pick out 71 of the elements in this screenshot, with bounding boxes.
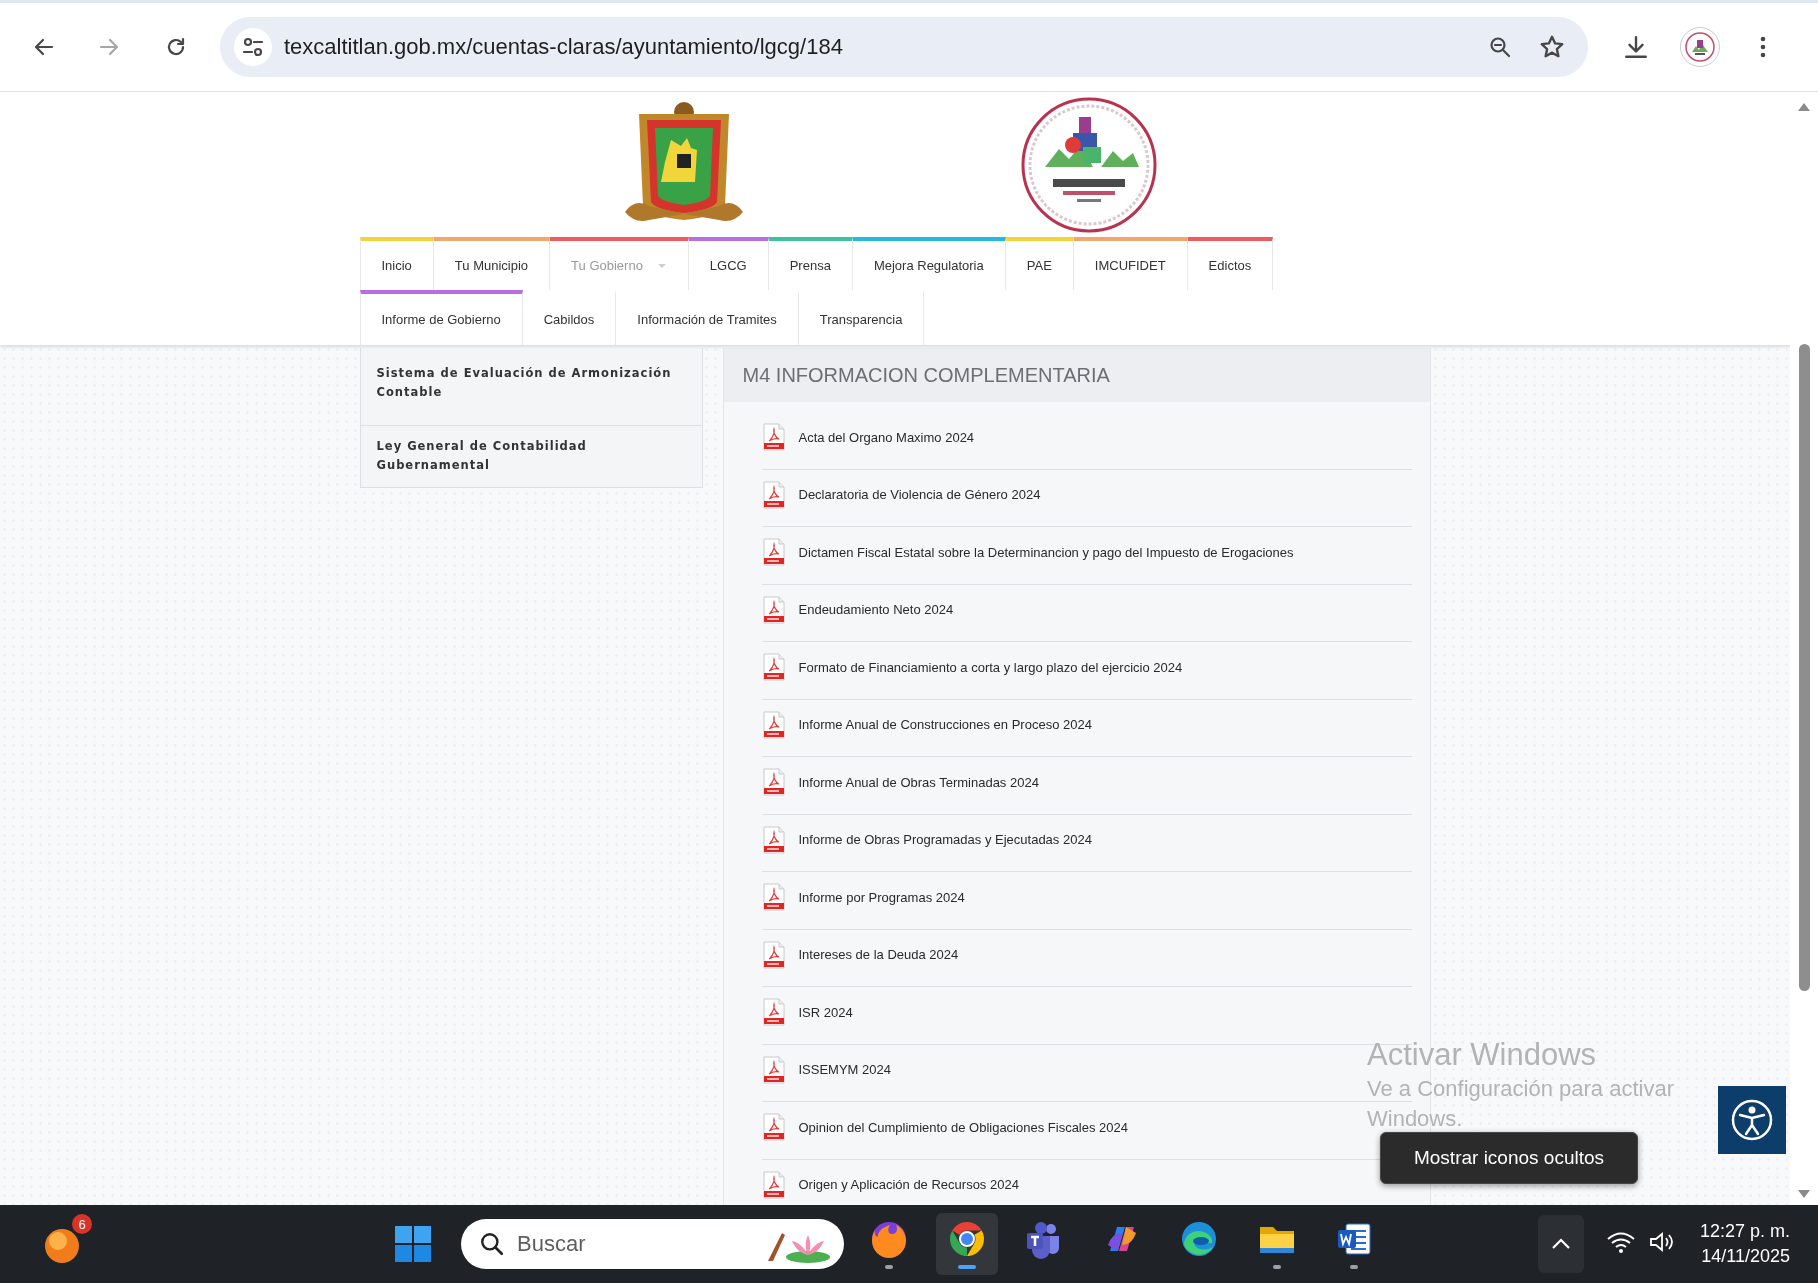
wifi-icon bbox=[1605, 1230, 1636, 1254]
taskbar-button[interactable] bbox=[935, 1213, 998, 1275]
notification-badge: 6 bbox=[72, 1214, 92, 1234]
pdf-file-icon bbox=[761, 1113, 786, 1142]
nav-tab[interactable]: Edictos bbox=[1187, 237, 1274, 290]
activation-title: Activar Windows bbox=[1367, 1036, 1598, 1074]
document-link[interactable]: Endeudamiento Neto 2024 bbox=[798, 602, 954, 618]
document-link[interactable]: Origen y Aplicación de Recursos 2024 bbox=[798, 1177, 1019, 1193]
speaker-icon bbox=[1647, 1230, 1676, 1254]
chevron-up-icon bbox=[1550, 1238, 1571, 1250]
site-info-button[interactable] bbox=[234, 28, 272, 66]
document-link[interactable]: Informe de Obras Programadas y Ejecutadas 2024 bbox=[798, 832, 1092, 848]
star-icon bbox=[1539, 34, 1565, 60]
scrollbar-thumb[interactable] bbox=[1798, 344, 1810, 991]
document-link[interactable]: Declaratoria de Violencia de Género 2024 bbox=[798, 487, 1041, 503]
nav-tab[interactable]: LGCG bbox=[688, 237, 769, 290]
clock-time[interactable]: 12:27 p. m. bbox=[1699, 1219, 1790, 1244]
tune-icon bbox=[242, 36, 264, 58]
wave-icon bbox=[1179, 1219, 1219, 1259]
pdf-file-icon bbox=[761, 423, 786, 452]
pdf-file-icon bbox=[761, 883, 786, 912]
pdf-file-icon bbox=[761, 825, 786, 854]
pdf-file-icon bbox=[761, 595, 786, 624]
url-text: texcaltitlan.gob.mx/cuentas-claras/ayuntamiento/lgcg/184 bbox=[284, 34, 844, 60]
scroll-down-arrow[interactable] bbox=[1797, 1189, 1811, 1199]
accessibility-button[interactable] bbox=[1718, 1086, 1786, 1154]
flame-globe-icon bbox=[869, 1219, 909, 1259]
document-link[interactable]: Informe Anual de Obras Terminadas 2024 bbox=[798, 774, 1039, 790]
download-icon bbox=[1623, 34, 1649, 60]
address-bar[interactable]: texcaltitlan.gob.mx/cuentas-claras/ayuntamiento/lgcg/184 bbox=[220, 17, 1588, 77]
document-link[interactable]: Informe Anual de Construcciones en Proceso 2024 bbox=[798, 717, 1092, 733]
pdf-file-icon bbox=[761, 710, 786, 739]
profile-button[interactable] bbox=[1680, 27, 1720, 67]
nav-tab[interactable]: Inicio bbox=[359, 237, 434, 290]
document-link[interactable]: Opinion del Cumplimiento de Obligaciones Fiscales 2024 bbox=[798, 1119, 1128, 1135]
tooltip: Mostrar iconos ocultos bbox=[1380, 1132, 1638, 1184]
zoom-out-icon bbox=[1488, 35, 1512, 59]
activation-text: Ve a Configuración para activar bbox=[1367, 1075, 1674, 1103]
document-link[interactable]: ISSEMYM 2024 bbox=[798, 1062, 891, 1078]
document-link[interactable]: Intereses de la Deuda 2024 bbox=[798, 947, 959, 963]
pdf-file-icon bbox=[761, 768, 786, 797]
pdf-file-icon bbox=[761, 1170, 786, 1199]
nav-tab[interactable]: IMCUFIDET bbox=[1073, 237, 1188, 290]
nav-tab[interactable]: Prensa bbox=[768, 237, 853, 290]
nav-tab[interactable]: PAE bbox=[1005, 237, 1074, 290]
activation-text: Windows. bbox=[1367, 1105, 1464, 1133]
document-link[interactable]: Dictamen Fiscal Estatal sobre la Determinancion y pago del Impuesto de Erogaciones bbox=[798, 544, 1294, 560]
pdf-file-icon bbox=[761, 538, 786, 567]
pdf-file-icon bbox=[761, 653, 786, 682]
pdf-file-icon bbox=[761, 480, 786, 509]
pdf-file-icon bbox=[761, 998, 786, 1027]
document-link[interactable]: Informe por Programas 2024 bbox=[798, 889, 965, 905]
search-icon bbox=[479, 1231, 505, 1257]
sidebar-link[interactable]: Ley General de Contabilidad Gubernamental bbox=[359, 426, 703, 488]
taskbar-search-field[interactable]: Buscar bbox=[461, 1219, 844, 1269]
sidebar-link[interactable]: Sistema de Evaluación de Armonización Contable bbox=[359, 348, 703, 426]
seal-avatar-icon bbox=[1685, 32, 1715, 62]
nav-tab[interactable]: Mejora Regulatoria bbox=[852, 237, 1006, 290]
document-link[interactable]: Formato de Financiamiento a corta y largo plazo del ejercicio 2024 bbox=[798, 659, 1183, 675]
pdf-file-icon bbox=[761, 1055, 786, 1084]
pdf-file-icon bbox=[761, 940, 786, 969]
windows-icon bbox=[393, 1224, 433, 1264]
document-link[interactable]: Acta del Organo Maximo 2024 bbox=[798, 429, 975, 445]
document-link[interactable]: ISR 2024 bbox=[798, 1004, 853, 1020]
clock-date[interactable]: 14/11/2025 bbox=[1699, 1244, 1790, 1269]
nav-tab[interactable]: Tu Municipio bbox=[433, 237, 551, 290]
section-heading: M4 INFORMACION COMPLEMENTARIA bbox=[723, 348, 1430, 402]
accessibility-icon bbox=[1730, 1098, 1774, 1142]
scroll-up-arrow[interactable] bbox=[1797, 102, 1811, 112]
more-vertical-icon bbox=[1760, 36, 1766, 58]
caret-down-icon bbox=[656, 262, 667, 269]
